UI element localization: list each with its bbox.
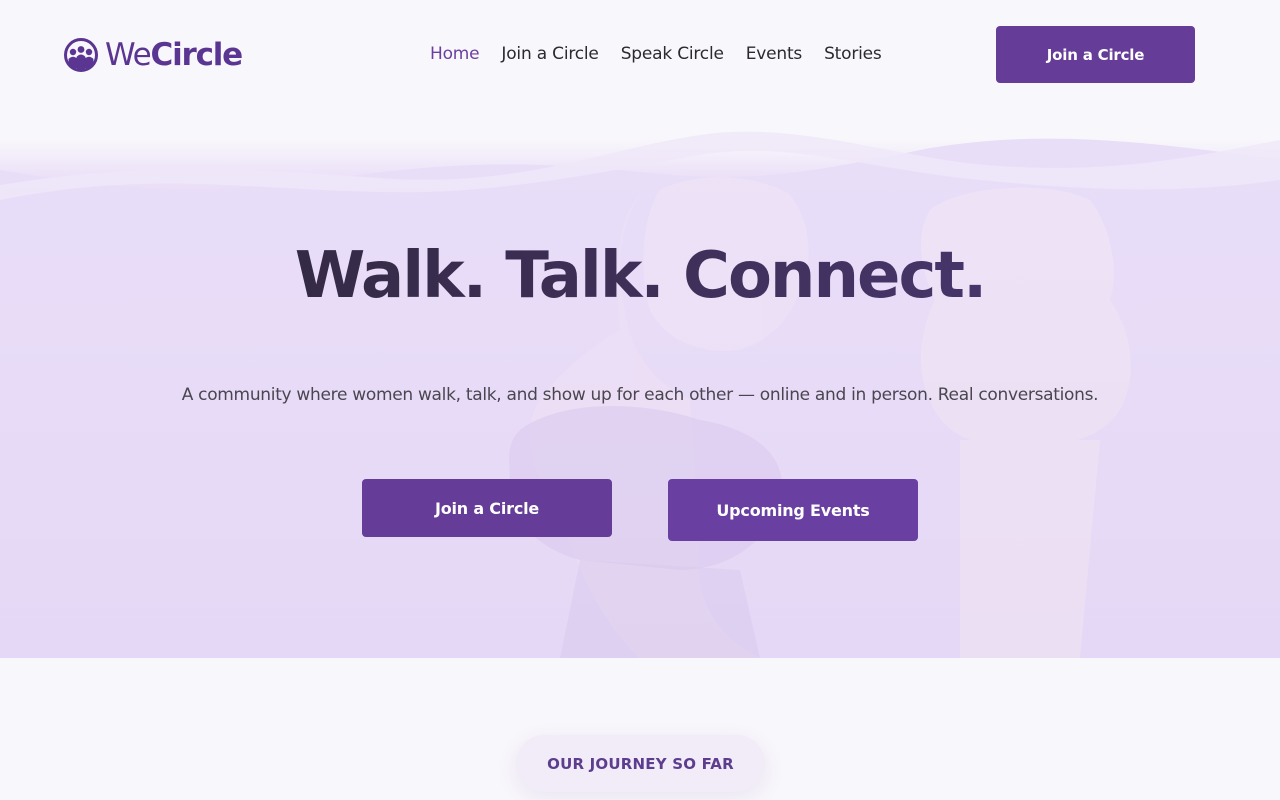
nav-events[interactable]: Events <box>746 44 803 64</box>
nav-home[interactable]: Home <box>430 44 480 64</box>
hero-section <box>0 100 1280 658</box>
hero-background-image <box>0 131 1280 658</box>
brand-logo[interactable]: WeCircle <box>63 36 244 74</box>
brand-name-part1: We <box>105 37 152 73</box>
main-nav: Home Join a Circle Speak Circle Events S… <box>430 42 882 66</box>
nav-join-a-circle[interactable]: Join a Circle <box>501 44 598 64</box>
journey-badge: OUR JOURNEY SO FAR <box>516 735 765 792</box>
nav-speak-circle[interactable]: Speak Circle <box>621 44 724 64</box>
hero-subtitle: A community where women walk, talk, and … <box>181 385 1099 405</box>
hero-title: Walk. Talk. Connect. <box>0 236 1280 316</box>
brand-wordmark: WeCircle <box>105 36 244 74</box>
three-people-circle-icon <box>64 38 98 72</box>
site-header: WeCircle Home Join a Circle Speak Circle… <box>0 0 1280 108</box>
nav-stories[interactable]: Stories <box>824 44 882 64</box>
hero-events-button[interactable]: Upcoming Events <box>668 479 918 541</box>
hero-join-button[interactable]: Join a Circle <box>362 479 612 537</box>
header-join-button[interactable]: Join a Circle <box>996 26 1195 83</box>
brand-name-part2: Circle <box>150 37 244 73</box>
